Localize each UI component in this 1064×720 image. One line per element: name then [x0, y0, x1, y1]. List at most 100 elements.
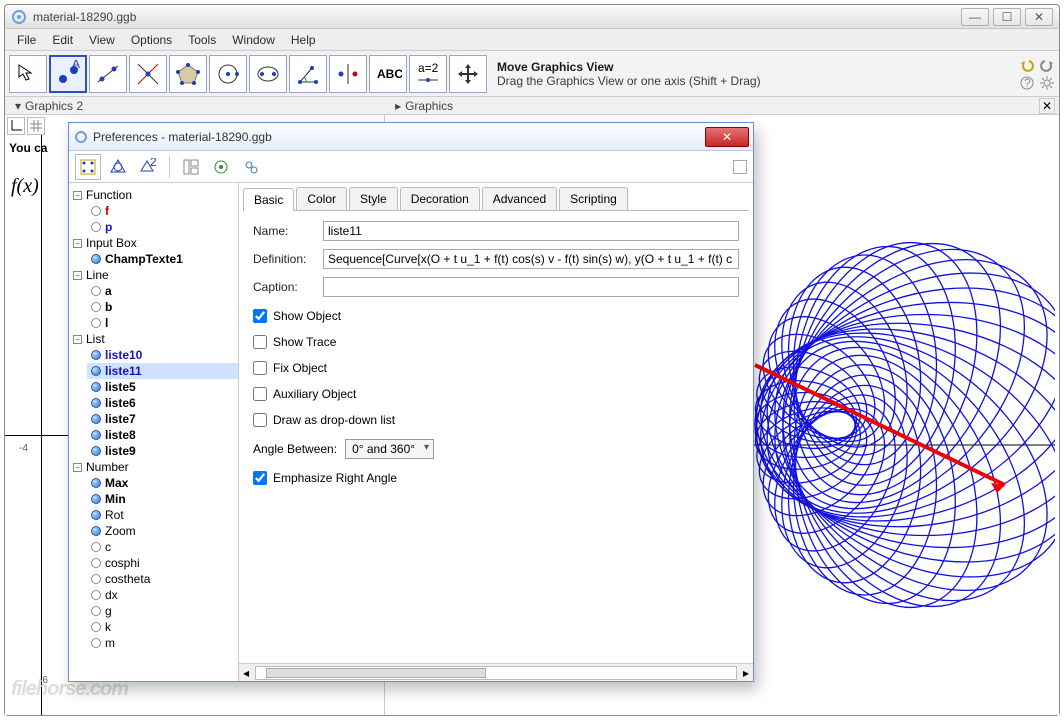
window-maximize-button[interactable]: ☐	[993, 8, 1021, 26]
tree-item-label: liste9	[105, 444, 136, 458]
tab-advanced[interactable]: Advanced	[482, 187, 557, 210]
dialog-hscrollbar[interactable]: ◂ ▸	[239, 663, 753, 681]
tool-polygon[interactable]	[169, 55, 207, 93]
dropdown-checkbox[interactable]	[253, 413, 267, 427]
tree-group[interactable]: −Input Box	[69, 235, 238, 251]
tree-group[interactable]: −List	[69, 331, 238, 347]
tree-item[interactable]: Rot	[87, 507, 238, 523]
name-input[interactable]	[323, 221, 739, 241]
tree-item[interactable]: costheta	[87, 571, 238, 587]
collapse-icon[interactable]: −	[73, 239, 82, 248]
tree-item[interactable]: Zoom	[87, 523, 238, 539]
tree-item[interactable]: a	[87, 283, 238, 299]
tree-item[interactable]: ChampTexte1	[87, 251, 238, 267]
fix-object-checkbox[interactable]	[253, 361, 267, 375]
collapse-icon[interactable]: −	[73, 271, 82, 280]
emphasize-right-checkbox[interactable]	[253, 471, 267, 485]
tool-ellipse[interactable]	[249, 55, 287, 93]
undo-icon[interactable]	[1019, 57, 1035, 73]
redo-icon[interactable]	[1039, 57, 1055, 73]
menu-window[interactable]: Window	[224, 31, 283, 49]
tree-item-label: liste7	[105, 412, 136, 426]
tab-scripting[interactable]: Scripting	[559, 187, 628, 210]
tool-move[interactable]	[9, 55, 47, 93]
pref-graphics-icon[interactable]	[105, 154, 131, 180]
menu-help[interactable]: Help	[283, 31, 324, 49]
tab-basic[interactable]: Basic	[243, 188, 294, 211]
tree-item[interactable]: liste7	[87, 411, 238, 427]
show-trace-checkbox[interactable]	[253, 335, 267, 349]
tool-point[interactable]: A	[49, 55, 87, 93]
tree-item[interactable]: g	[87, 603, 238, 619]
titlebar[interactable]: material-18290.ggb — ☐ ✕	[5, 5, 1059, 29]
view-tab-graphics[interactable]: ▸ Graphics	[389, 99, 459, 113]
tree-item[interactable]: liste5	[87, 379, 238, 395]
help-icon[interactable]: ?	[1019, 75, 1035, 91]
dialog-detach-icon[interactable]	[733, 160, 747, 174]
tree-item[interactable]: liste9	[87, 443, 238, 459]
tree-item[interactable]: Max	[87, 475, 238, 491]
tab-style[interactable]: Style	[349, 187, 398, 210]
tree-item[interactable]: c	[87, 539, 238, 555]
window-title: material-18290.ggb	[33, 10, 136, 24]
window-close-button[interactable]: ✕	[1025, 8, 1053, 26]
dialog-titlebar[interactable]: Preferences - material-18290.ggb ✕	[69, 123, 753, 151]
tree-item[interactable]: liste11	[87, 363, 238, 379]
tool-line[interactable]	[89, 55, 127, 93]
tree-group[interactable]: −Function	[69, 187, 238, 203]
tab-color[interactable]: Color	[296, 187, 347, 210]
tool-move-view[interactable]	[449, 55, 487, 93]
menu-file[interactable]: File	[9, 31, 44, 49]
collapse-icon[interactable]: −	[73, 335, 82, 344]
tool-angle[interactable]	[289, 55, 327, 93]
pref-advanced-gear-icon[interactable]	[238, 154, 264, 180]
pref-graphics2-icon[interactable]: 2	[135, 154, 161, 180]
pref-defaults-icon[interactable]	[208, 154, 234, 180]
tree-item[interactable]: l	[87, 315, 238, 331]
window-minimize-button[interactable]: —	[961, 8, 989, 26]
tree-group[interactable]: −Number	[69, 459, 238, 475]
view-close-button[interactable]: ✕	[1039, 98, 1055, 114]
aux-object-checkbox[interactable]	[253, 387, 267, 401]
dialog-title: Preferences - material-18290.ggb	[93, 130, 272, 144]
tree-item[interactable]: Min	[87, 491, 238, 507]
tool-text[interactable]: ABC	[369, 55, 407, 93]
collapse-icon[interactable]: −	[73, 191, 82, 200]
tree-item[interactable]: p	[87, 219, 238, 235]
tool-circle[interactable]	[209, 55, 247, 93]
tree-item[interactable]: liste10	[87, 347, 238, 363]
menu-options[interactable]: Options	[123, 31, 180, 49]
axes-toggle-icon[interactable]	[7, 117, 25, 135]
tree-group-label: List	[86, 332, 105, 346]
tree-item[interactable]: k	[87, 619, 238, 635]
object-tree[interactable]: −Functionfp−Input BoxChampTexte1−Lineabl…	[69, 183, 239, 681]
tree-item-label: Zoom	[105, 524, 136, 538]
view-tab-graphics2[interactable]: ▾ Graphics 2	[9, 99, 89, 113]
tree-item[interactable]: f	[87, 203, 238, 219]
tab-decoration[interactable]: Decoration	[400, 187, 480, 210]
menu-tools[interactable]: Tools	[180, 31, 224, 49]
definition-input[interactable]	[323, 249, 739, 269]
tree-group[interactable]: −Line	[69, 267, 238, 283]
pref-objects-icon[interactable]	[75, 154, 101, 180]
tree-item[interactable]: liste8	[87, 427, 238, 443]
tree-item[interactable]: liste6	[87, 395, 238, 411]
tree-item[interactable]: cosphi	[87, 555, 238, 571]
tree-item[interactable]: b	[87, 299, 238, 315]
gear-icon[interactable]	[1039, 75, 1055, 91]
tree-item[interactable]: dx	[87, 587, 238, 603]
collapse-icon[interactable]: −	[73, 463, 82, 472]
tree-item[interactable]: m	[87, 635, 238, 651]
dialog-close-button[interactable]: ✕	[705, 127, 749, 147]
grid-toggle-icon[interactable]	[27, 117, 45, 135]
caption-input[interactable]	[323, 277, 739, 297]
tool-slider[interactable]: a=2	[409, 55, 447, 93]
pref-layout-icon[interactable]	[178, 154, 204, 180]
show-object-checkbox[interactable]	[253, 309, 267, 323]
tree-item-label: liste10	[105, 348, 142, 362]
menu-edit[interactable]: Edit	[44, 31, 81, 49]
angle-select[interactable]: 0° and 360°	[345, 439, 434, 459]
menu-view[interactable]: View	[81, 31, 123, 49]
tool-perp[interactable]	[129, 55, 167, 93]
tool-reflect[interactable]	[329, 55, 367, 93]
